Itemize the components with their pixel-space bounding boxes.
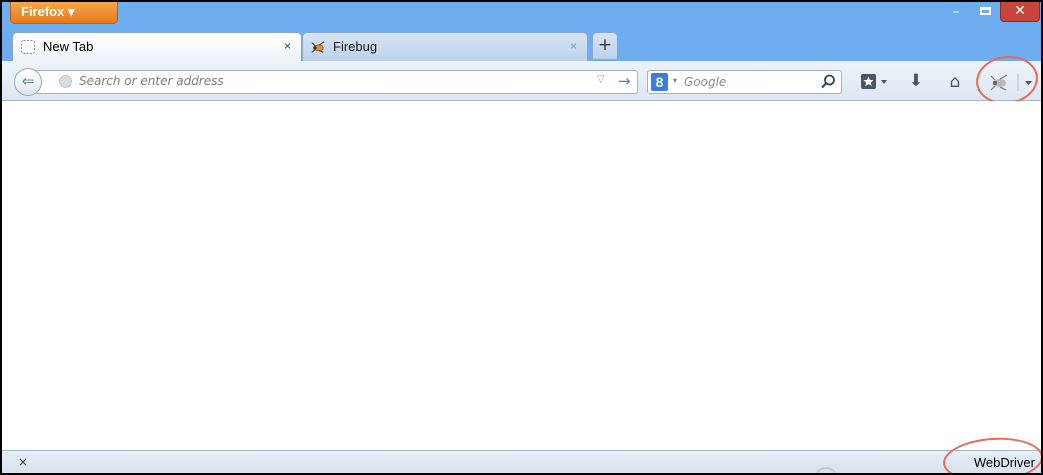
home-button[interactable]: ⌂ xyxy=(944,70,966,94)
tab-label: Firebug xyxy=(333,39,378,54)
go-arrow-icon[interactable]: → xyxy=(618,72,631,90)
blank-page-icon xyxy=(21,40,35,54)
engine-dropdown-icon[interactable]: ▾ xyxy=(673,76,677,85)
browser-window: Firefox ▾ – ✕ New Tab × Firebug × + Sear… xyxy=(0,0,1043,475)
tab-strip: New Tab × Firebug × + xyxy=(2,29,1041,61)
status-bar: × WebDriver xyxy=(2,450,1041,473)
loading-spinner-icon xyxy=(814,467,838,473)
close-window-button[interactable]: ✕ xyxy=(1000,2,1040,22)
address-placeholder: Search or enter address xyxy=(79,74,224,88)
downloads-button[interactable]: ⬇ xyxy=(906,70,926,94)
bookmarks-button[interactable] xyxy=(859,70,891,94)
maximize-button[interactable] xyxy=(974,4,998,22)
search-magnifier-icon[interactable] xyxy=(818,72,838,92)
google-engine-icon[interactable]: 8 xyxy=(651,73,668,91)
firefox-menu-button[interactable]: Firefox ▾ xyxy=(10,2,118,24)
search-placeholder: Google xyxy=(684,75,727,89)
tab-close-button[interactable]: × xyxy=(570,39,577,53)
site-identity-icon[interactable] xyxy=(59,75,72,88)
maximize-icon xyxy=(980,7,991,15)
search-bar[interactable]: 8 ▾ Google xyxy=(647,70,842,94)
tab-firebug[interactable]: Firebug × xyxy=(302,32,588,61)
bookmarks-star-icon xyxy=(861,74,887,89)
firebug-icon xyxy=(311,41,325,53)
tab-label: New Tab xyxy=(43,39,94,54)
history-dropdown-icon[interactable]: ▽ xyxy=(597,74,605,85)
address-bar[interactable]: Search or enter address ▽ → xyxy=(34,70,638,94)
navigation-toolbar: Search or enter address ▽ → ⇐ 8 ▾ Google… xyxy=(2,51,1041,109)
status-close-button[interactable]: × xyxy=(18,455,28,469)
new-tab-button[interactable]: + xyxy=(592,32,618,59)
minimize-button[interactable]: – xyxy=(944,4,968,22)
tab-new-tab[interactable]: New Tab × xyxy=(12,32,302,61)
title-bar: Firefox ▾ – ✕ xyxy=(2,2,1041,29)
page-content[interactable] xyxy=(2,101,1041,450)
back-button[interactable]: ⇐ xyxy=(14,68,42,96)
tab-close-button[interactable]: × xyxy=(284,39,291,53)
highlight-circle-firebug xyxy=(972,51,1041,109)
